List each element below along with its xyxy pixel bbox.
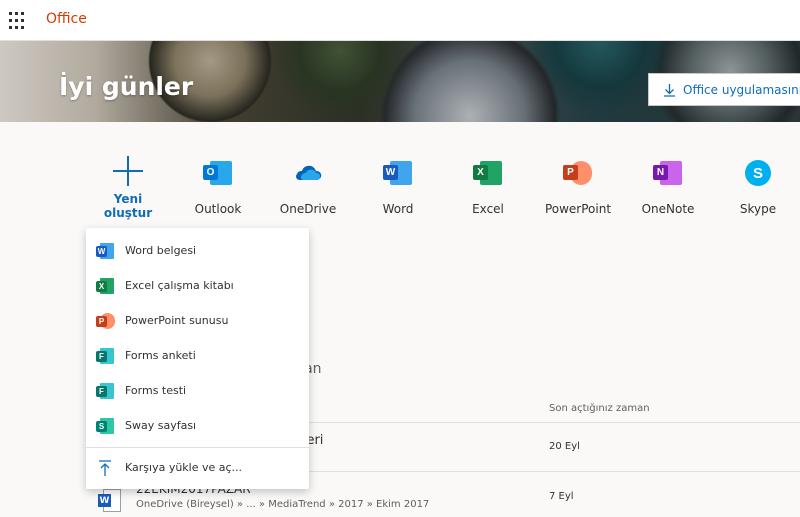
menu-item-sway-page[interactable]: S Sway sayfası <box>86 408 309 443</box>
excel-icon: X <box>96 277 114 295</box>
app-label: PowerPoint <box>544 202 612 216</box>
menu-item-upload-and-open[interactable]: Karşıya yükle ve aç... <box>86 450 309 485</box>
download-icon <box>664 83 675 97</box>
menu-item-label: Karşıya yükle ve aç... <box>125 461 243 474</box>
hero-banner: İyi günler Office uygulamasını yükle <box>0 41 800 122</box>
office-brand-link[interactable]: Office <box>46 11 87 27</box>
app-label: Excel <box>472 202 504 216</box>
upload-icon <box>96 459 114 477</box>
create-new-dropdown-menu: W Word belgesi X Excel çalışma kitabı P … <box>86 228 309 489</box>
top-bar: Office <box>0 0 800 41</box>
powerpoint-icon: P <box>96 312 115 330</box>
install-office-button[interactable]: Office uygulamasını yükle <box>648 73 800 106</box>
forms-icon: F <box>96 382 114 400</box>
menu-item-label: Sway sayfası <box>125 419 197 432</box>
app-excel[interactable]: X Excel <box>453 158 523 216</box>
menu-item-label: Forms anketi <box>125 349 196 362</box>
menu-item-label: Forms testi <box>125 384 187 397</box>
menu-item-excel-workbook[interactable]: X Excel çalışma kitabı <box>86 268 309 303</box>
outlook-icon: O <box>203 158 233 188</box>
install-office-label: Office uygulamasını yükle <box>683 82 800 97</box>
menu-item-powerpoint-presentation[interactable]: P PowerPoint sunusu <box>86 303 309 338</box>
word-icon: W <box>383 158 413 188</box>
menu-item-label: Word belgesi <box>125 244 197 257</box>
menu-item-label: PowerPoint sunusu <box>125 314 229 327</box>
recent-row-date: 20 Eyl <box>549 441 580 452</box>
menu-item-label: Excel çalışma kitabı <box>125 279 234 292</box>
menu-divider <box>86 447 309 448</box>
powerpoint-icon: P <box>563 158 593 188</box>
greeting-title: İyi günler <box>59 72 194 101</box>
recent-row-path: OneDrive (Bireysel) » ... » MediaTrend »… <box>136 499 430 510</box>
app-skype[interactable]: S Skype <box>723 158 793 216</box>
app-launcher-row: Yeni oluştur ⌄ O Outlook OneDrive W Word… <box>0 150 800 235</box>
app-word[interactable]: W Word <box>363 158 433 216</box>
last-opened-column-header[interactable]: Son açtığınız zaman <box>549 403 650 414</box>
sway-icon: S <box>96 417 114 435</box>
app-label: OneDrive <box>279 202 337 216</box>
app-powerpoint[interactable]: P PowerPoint <box>543 158 613 216</box>
create-new-button[interactable]: Yeni oluştur ⌄ <box>90 156 166 235</box>
onenote-icon: N <box>653 158 683 188</box>
app-onenote[interactable]: N OneNote <box>633 158 703 216</box>
word-icon: W <box>96 242 114 260</box>
skype-icon: S <box>743 158 773 188</box>
app-label: Skype <box>739 202 777 216</box>
app-launcher-icon[interactable] <box>9 12 27 30</box>
menu-item-forms-survey[interactable]: F Forms anketi <box>86 338 309 373</box>
app-outlook[interactable]: O Outlook <box>183 158 253 216</box>
app-label: OneNote <box>641 202 695 216</box>
create-new-label: Yeni oluştur <box>103 192 153 220</box>
onedrive-icon <box>293 158 323 188</box>
recent-row-date: 7 Eyl <box>549 491 574 502</box>
app-label: Word <box>382 202 414 216</box>
app-onedrive[interactable]: OneDrive <box>273 158 343 216</box>
app-label: Outlook <box>194 202 242 216</box>
menu-item-forms-quiz[interactable]: F Forms testi <box>86 373 309 408</box>
forms-icon: F <box>96 347 114 365</box>
menu-item-word-document[interactable]: W Word belgesi <box>86 233 309 268</box>
word-document-icon: W <box>98 489 122 513</box>
excel-icon: X <box>473 158 503 188</box>
plus-icon <box>113 156 143 186</box>
